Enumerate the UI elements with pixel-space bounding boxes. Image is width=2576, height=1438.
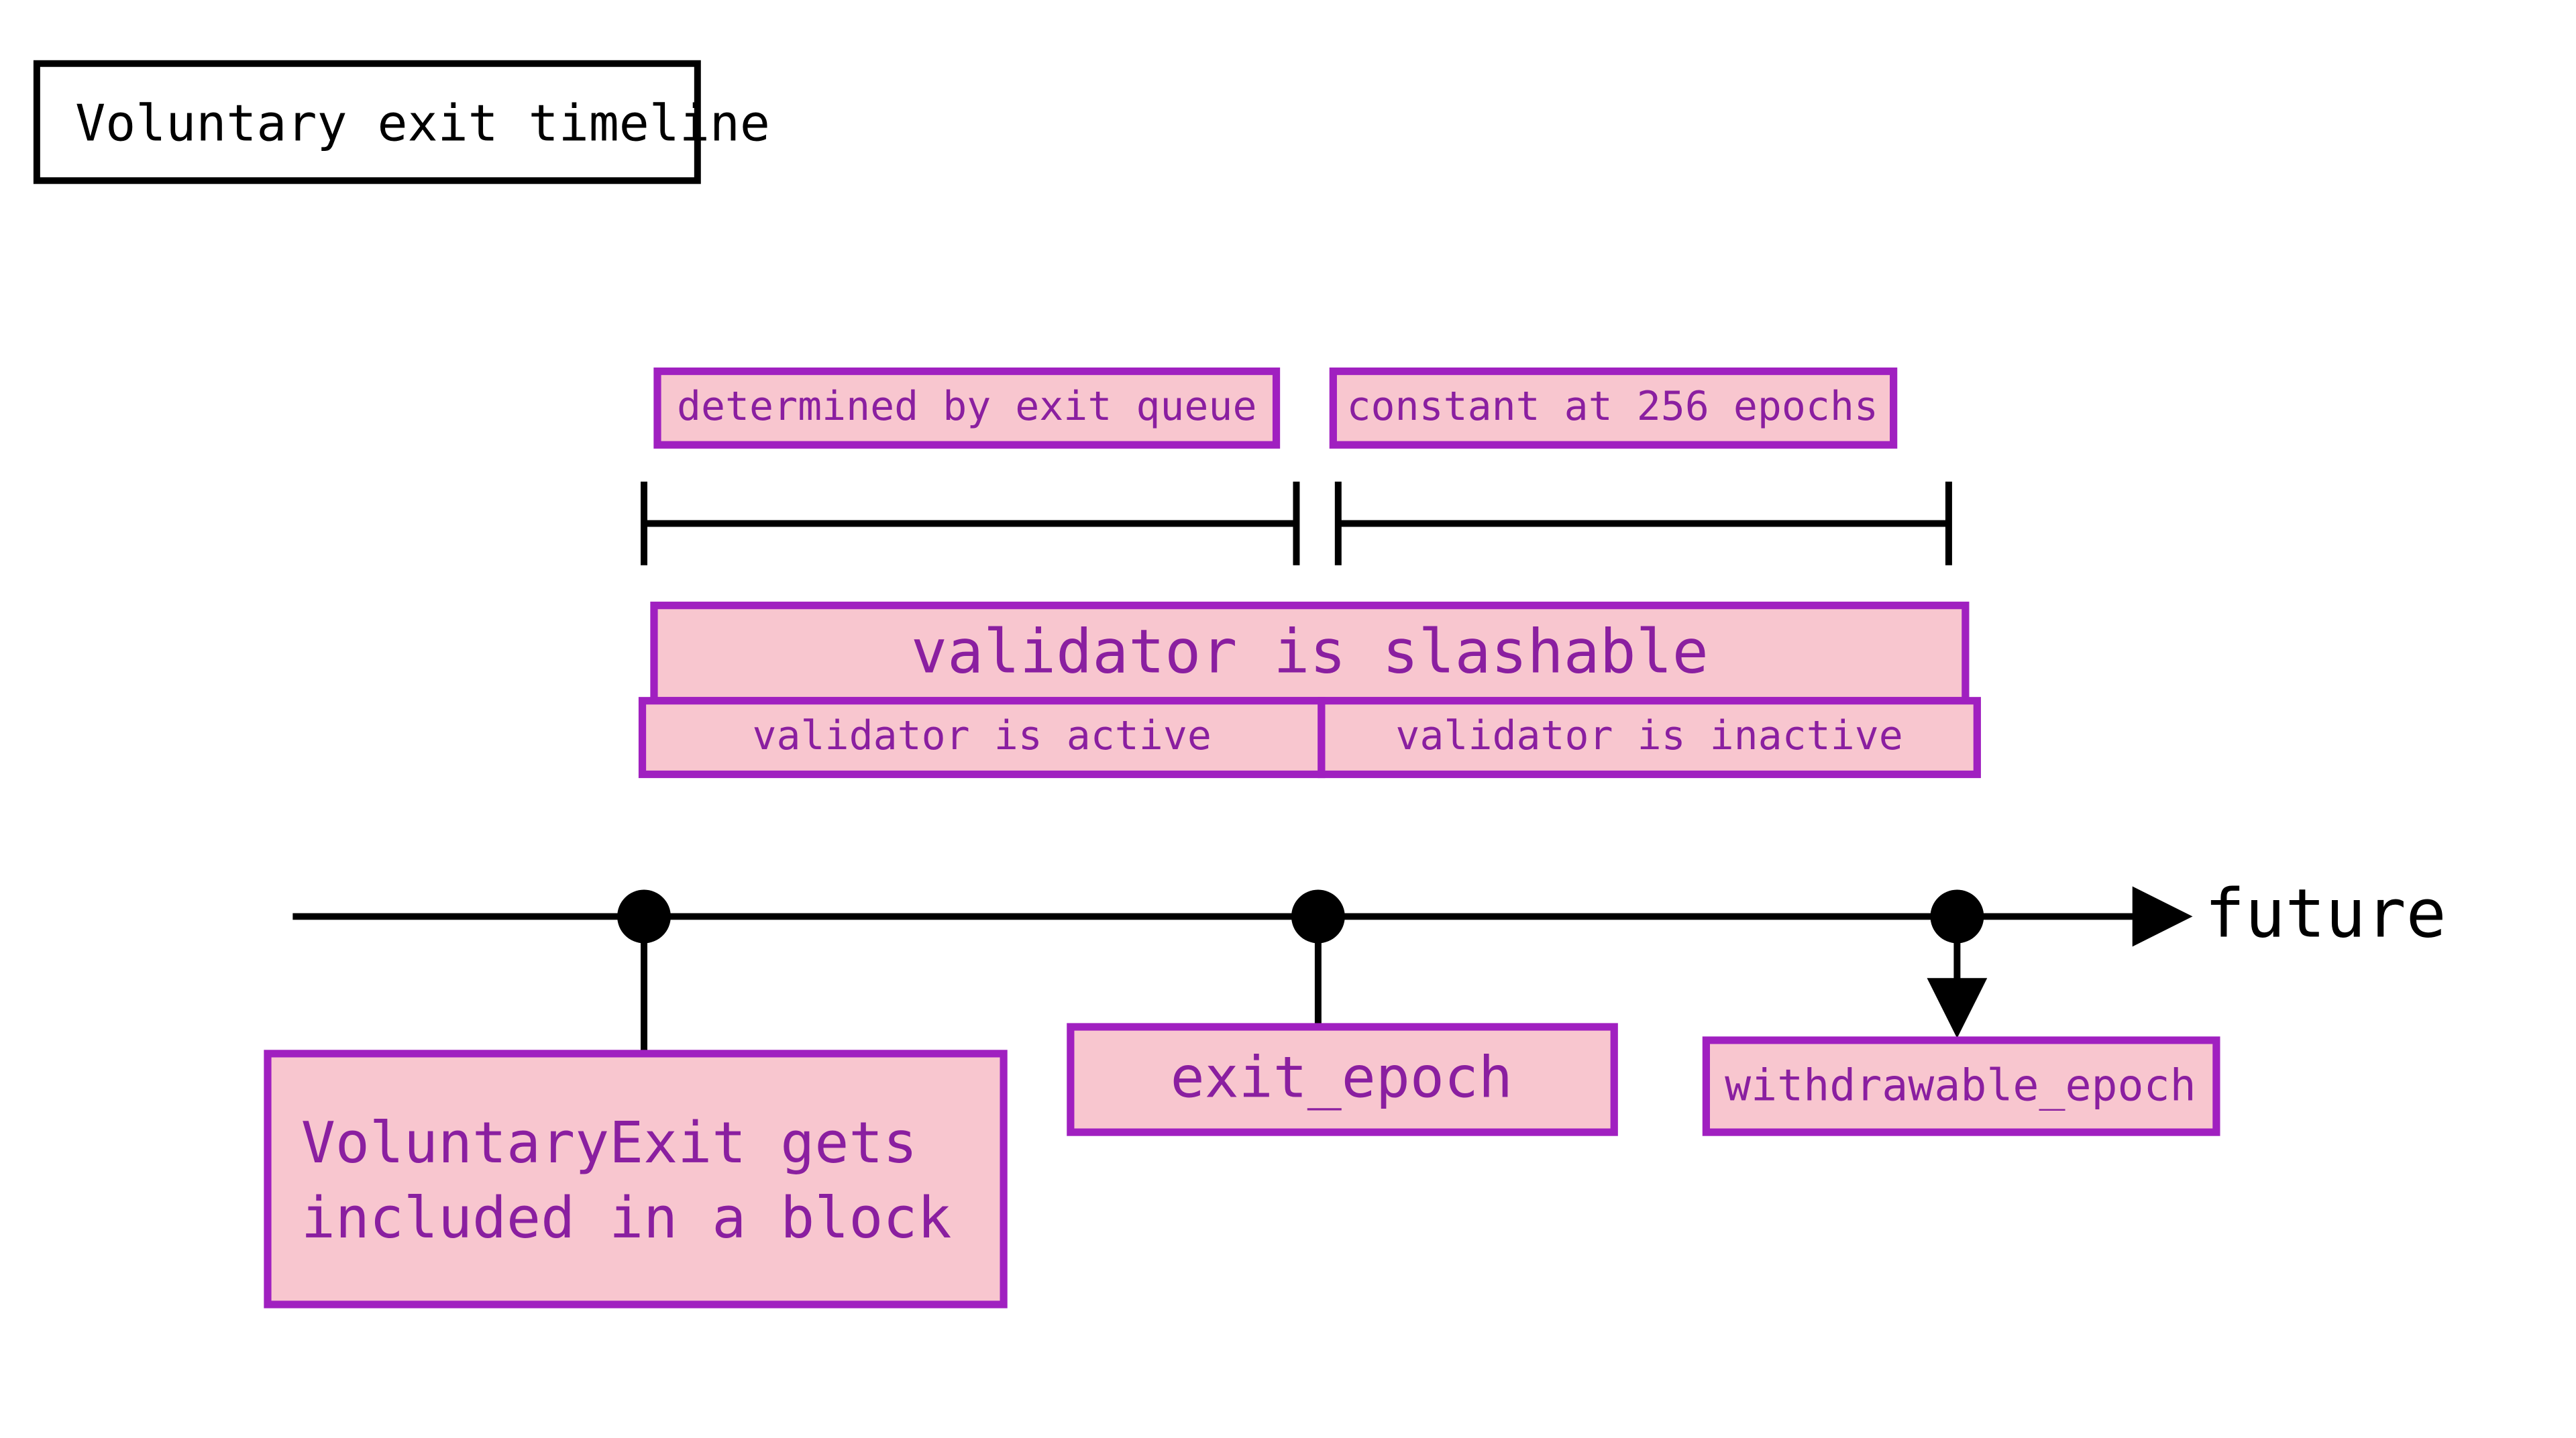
- band-inactive: validator is inactive: [1322, 701, 1977, 775]
- event-withdrawable: withdrawable_epoch: [1706, 1040, 2216, 1132]
- band-slashable: validator is slashable: [654, 606, 1966, 701]
- interval-label-right: constant at 256 epochs: [1333, 372, 1893, 445]
- event-exit-epoch: exit_epoch: [1071, 1027, 1614, 1132]
- band-slashable-text: validator is slashable: [911, 617, 1709, 687]
- timeline-axis: future: [292, 874, 2446, 952]
- interval-label-right-text: constant at 256 epochs: [1347, 383, 1878, 430]
- band-active: validator is active: [643, 701, 1322, 775]
- interval-bracket-right: [1338, 482, 1949, 565]
- future-label: future: [2204, 874, 2446, 952]
- diagram-title-box: Voluntary exit timeline: [37, 64, 770, 181]
- band-inactive-text: validator is inactive: [1395, 712, 1902, 759]
- band-active-text: validator is active: [753, 712, 1212, 759]
- interval-label-left-text: determined by exit queue: [677, 383, 1256, 430]
- event-included: VoluntaryExit gets included in a block: [268, 1054, 1004, 1305]
- diagram-title: Voluntary exit timeline: [75, 94, 770, 152]
- event-included-line2: included in a block: [301, 1184, 952, 1251]
- event-exit-epoch-text: exit_epoch: [1171, 1044, 1513, 1111]
- interval-bracket-left: [644, 482, 1296, 565]
- event-withdrawable-text: withdrawable_epoch: [1725, 1061, 2196, 1111]
- event-included-line1: VoluntaryExit gets: [301, 1109, 918, 1176]
- interval-label-left: determined by exit queue: [657, 372, 1277, 445]
